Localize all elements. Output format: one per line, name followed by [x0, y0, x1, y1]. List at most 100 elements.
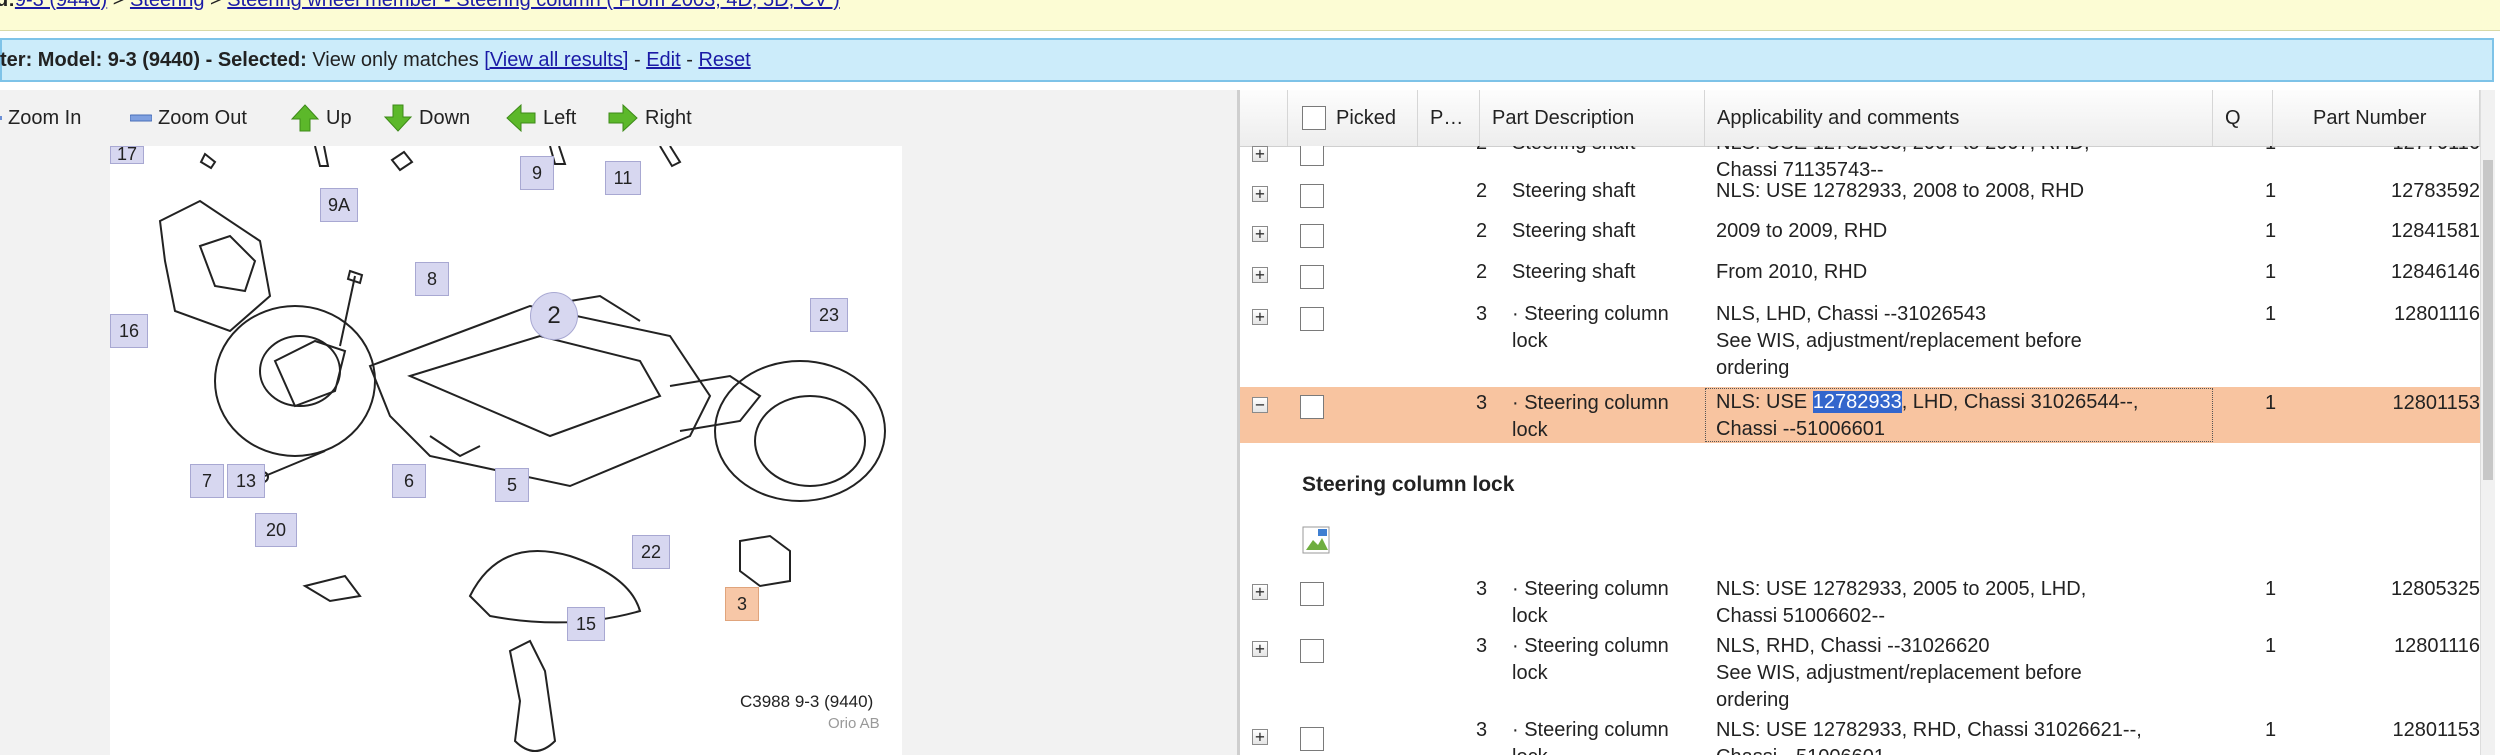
- header-part-number[interactable]: Part Number: [2273, 90, 2480, 146]
- table-row[interactable]: + 3 · Steering column lock NLS, RHD, Cha…: [1240, 633, 2480, 717]
- row-part-number: 12801116: [2393, 635, 2480, 657]
- diagram-callout-11[interactable]: 11: [605, 161, 641, 195]
- row-description: lock: [1512, 605, 1548, 627]
- row-comments: NLS: USE 12782933, LHD, Chassi 31026544-…: [1716, 389, 2212, 416]
- diagram-callout-13[interactable]: 13: [227, 464, 265, 498]
- left-button[interactable]: Left: [505, 103, 577, 133]
- table-row[interactable]: + 2 Steering shaft 2009 to 2009, RHD 1 1…: [1240, 218, 2480, 258]
- zoom-out-icon: [130, 114, 152, 122]
- expand-icon[interactable]: +: [1252, 584, 1268, 600]
- table-row[interactable]: + 2 Steering shaft NLS: USE 12782933, 20…: [1240, 146, 2480, 181]
- table-row[interactable]: + 3 · Steering column lock NLS, LHD, Cha…: [1240, 301, 2480, 387]
- diagram-callout-20[interactable]: 20: [255, 513, 297, 547]
- up-arrow-icon: [290, 104, 320, 132]
- expand-icon[interactable]: +: [1252, 186, 1268, 202]
- diagram-callout-22[interactable]: 22: [632, 535, 670, 569]
- row-quantity: 1: [2265, 146, 2276, 157]
- diagram-callout-2[interactable]: 2: [530, 292, 578, 340]
- up-button[interactable]: Up: [290, 104, 352, 132]
- row-quantity: 1: [2265, 220, 2277, 242]
- diagram-callout-7[interactable]: 7: [190, 464, 224, 498]
- diagram-source: Orio AB: [828, 715, 880, 732]
- diagram-callout-6[interactable]: 6: [392, 464, 426, 498]
- scrollbar-thumb[interactable]: [2483, 160, 2493, 480]
- pick-checkbox[interactable]: [1300, 146, 1324, 166]
- highlighted-part-number: 12782933: [1812, 391, 1902, 413]
- header-quantity[interactable]: Q: [2213, 90, 2273, 146]
- row-position: 3: [1476, 303, 1488, 325]
- filter-bar: ter: Model: 9-3 (9440) - Selected: View …: [0, 38, 2494, 82]
- diagram-callout-16[interactable]: 16: [110, 314, 148, 348]
- diagram-callout-15[interactable]: 15: [567, 607, 605, 641]
- table-scrollbar[interactable]: [2480, 90, 2495, 755]
- diagram-callout-3[interactable]: 3: [725, 587, 759, 621]
- parts-table: Picked P… Part Description Applicability…: [1240, 90, 2495, 755]
- breadcrumb-section-link[interactable]: Steering wheel member - Steering column …: [227, 0, 839, 11]
- diagram-callout-9A[interactable]: 9A: [320, 188, 358, 222]
- row-quantity: 1: [2265, 635, 2277, 657]
- row-position: 3: [1476, 392, 1488, 414]
- pick-checkbox[interactable]: [1300, 639, 1324, 663]
- row-comments: See WIS, adjustment/replacement before: [1716, 662, 2082, 684]
- edit-filter-link[interactable]: Edit: [646, 49, 680, 71]
- row-position: 3: [1476, 578, 1488, 600]
- diagram-callout-17[interactable]: 17: [110, 145, 144, 164]
- diagram-callout-5[interactable]: 5: [495, 468, 529, 502]
- diagram-callout-9[interactable]: 9: [520, 156, 554, 190]
- table-row-selected[interactable]: − 3 · Steering column lock NLS: USE 1278…: [1240, 387, 2480, 443]
- row-quantity: 1: [2265, 392, 2277, 414]
- pick-all-checkbox[interactable]: [1302, 106, 1326, 130]
- reset-filter-link[interactable]: Reset: [698, 49, 750, 71]
- header-applicability[interactable]: Applicability and comments: [1705, 90, 2213, 146]
- header-part-description[interactable]: Part Description: [1480, 90, 1705, 146]
- row-comments: NLS: USE 12782933, 2008 to 2008, RHD: [1716, 180, 2085, 202]
- pick-checkbox[interactable]: [1300, 184, 1324, 208]
- header-position[interactable]: P…: [1418, 90, 1480, 146]
- row-part-number: 12846146: [2391, 261, 2480, 283]
- down-label: Down: [419, 107, 471, 129]
- expand-icon[interactable]: +: [1252, 267, 1268, 283]
- right-button[interactable]: Right: [607, 103, 692, 133]
- row-comments-cell[interactable]: NLS: USE 12782933, LHD, Chassi 31026544-…: [1705, 388, 2213, 442]
- breadcrumb-model-link[interactable]: 9-3 (9440): [15, 0, 107, 11]
- table-row[interactable]: + 2 Steering shaft From 2010, RHD 1 1284…: [1240, 259, 2480, 299]
- pick-checkbox[interactable]: [1300, 265, 1324, 289]
- collapse-icon[interactable]: −: [1252, 397, 1268, 413]
- expand-icon[interactable]: +: [1252, 641, 1268, 657]
- pick-checkbox[interactable]: [1300, 224, 1324, 248]
- header-expand-column: [1240, 90, 1288, 146]
- comment-text: , LHD, Chassi 31026544--,: [1901, 391, 2139, 413]
- left-label: Left: [543, 107, 577, 129]
- exploded-diagram[interactable]: 17 9A 9 11 16 8 2 23 7 13 6 5 20 22 3 15…: [110, 145, 902, 755]
- diagram-callout-8[interactable]: 8: [415, 262, 449, 296]
- header-picked[interactable]: Picked: [1288, 90, 1418, 146]
- row-part-number: 12783592: [2391, 180, 2480, 202]
- filter-separator: -: [680, 49, 699, 71]
- row-description: lock: [1512, 744, 1548, 755]
- broken-image-icon: [1302, 526, 1330, 554]
- diagram-callout-23[interactable]: 23: [810, 298, 848, 332]
- breadcrumb-group-link[interactable]: Steering: [130, 0, 205, 11]
- zoom-out-button[interactable]: Zoom Out: [130, 104, 247, 132]
- table-row[interactable]: + 3 · Steering column lock NLS: USE 1278…: [1240, 717, 2480, 755]
- row-position: 3: [1476, 719, 1488, 741]
- table-row[interactable]: + 3 · Steering column lock NLS: USE 1278…: [1240, 576, 2480, 630]
- pick-checkbox[interactable]: [1300, 307, 1324, 331]
- row-comments: 2009 to 2009, RHD: [1716, 220, 1888, 242]
- table-header: Picked P… Part Description Applicability…: [1240, 90, 2480, 147]
- down-arrow-icon: [383, 104, 413, 132]
- pick-checkbox[interactable]: [1300, 395, 1324, 419]
- right-label: Right: [645, 107, 692, 129]
- row-comments: NLS, RHD, Chassi --31026620: [1716, 635, 1990, 657]
- expand-icon[interactable]: +: [1252, 146, 1268, 162]
- table-row[interactable]: + 2 Steering shaft NLS: USE 12782933, 20…: [1240, 178, 2480, 218]
- expand-icon[interactable]: +: [1252, 309, 1268, 325]
- expand-icon[interactable]: +: [1252, 729, 1268, 745]
- right-arrow-icon: [608, 103, 638, 133]
- pick-checkbox[interactable]: [1300, 727, 1324, 751]
- view-all-results-link[interactable]: [View all results]: [484, 49, 628, 71]
- expand-icon[interactable]: +: [1252, 226, 1268, 242]
- pick-checkbox[interactable]: [1300, 582, 1324, 606]
- down-button[interactable]: Down: [383, 104, 470, 132]
- zoom-in-button[interactable]: Zoom In: [0, 104, 81, 132]
